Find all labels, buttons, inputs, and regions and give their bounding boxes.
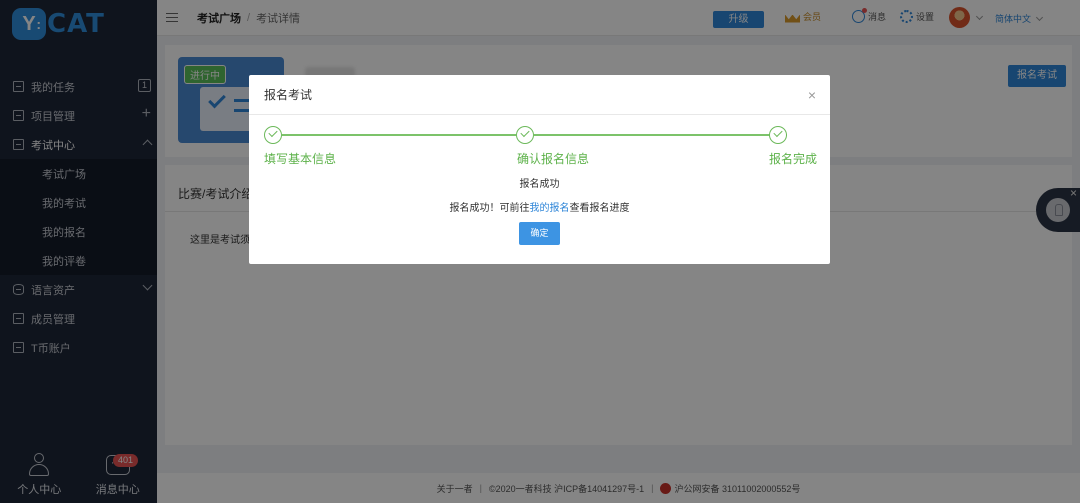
success-title: 报名成功 — [519, 179, 560, 190]
signup-success-dialog: 报名考试 × 填写基本信息 确认报名信息 报名完成 报名成功 报名成功！可前往我… — [249, 75, 830, 264]
step-check-icon — [264, 126, 282, 144]
confirm-button[interactable]: 确定 — [519, 222, 560, 245]
step-check-icon — [769, 126, 787, 144]
step-label-complete: 报名完成 — [769, 152, 818, 166]
step-connector — [282, 134, 516, 136]
step-label-confirm: 确认报名信息 — [517, 152, 590, 166]
step-connector — [534, 134, 787, 136]
close-icon[interactable]: × — [808, 87, 816, 103]
success-prefix: 报名成功！可前往 — [449, 203, 530, 214]
progress-steps: 填写基本信息 确认报名信息 报名完成 — [264, 126, 818, 166]
success-suffix: 查看报名进度 — [569, 203, 630, 214]
step-label-basic-info: 填写基本信息 — [264, 152, 337, 166]
step-check-icon — [516, 126, 534, 144]
dialog-header: 报名考试 × — [249, 75, 830, 115]
my-signups-link[interactable]: 我的报名 — [530, 203, 570, 214]
dialog-title: 报名考试 — [264, 88, 313, 102]
success-message: 报名成功！可前往我的报名查看报名进度 — [249, 199, 830, 214]
